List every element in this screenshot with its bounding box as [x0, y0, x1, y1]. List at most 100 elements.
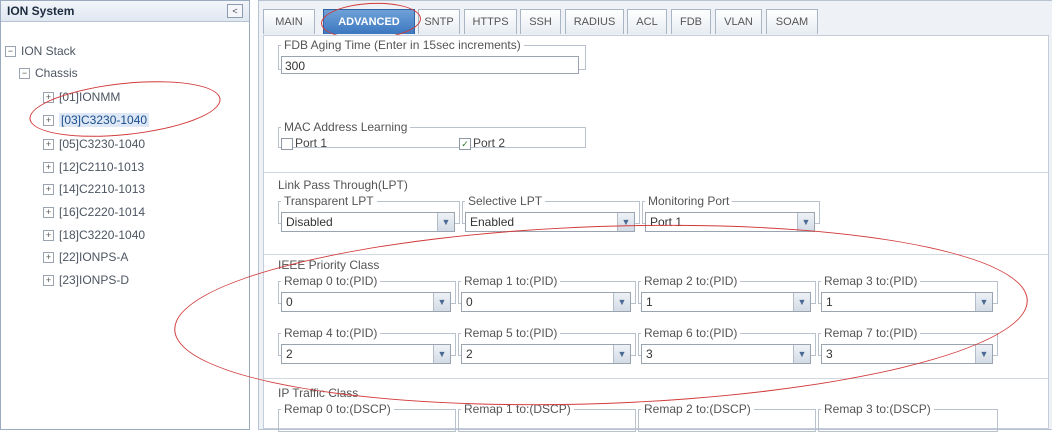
port1-label: Port 1	[295, 136, 328, 150]
select-value: 0	[286, 295, 293, 309]
tab-https[interactable]: HTTPS	[464, 9, 517, 34]
select-value: 3	[646, 347, 653, 361]
chevron-down-icon[interactable]: ▼	[793, 345, 810, 363]
remap-legend: Remap 7 to:(PID)	[824, 326, 918, 340]
separator	[264, 378, 1048, 379]
ip-remap-0-group: Remap 0 to:(DSCP)	[278, 402, 456, 432]
ip-traffic-section-label: IP Traffic Class	[278, 386, 359, 400]
remap-legend: Remap 2 to:(DSCP)	[644, 402, 751, 416]
expand-icon[interactable]: +	[43, 252, 54, 264]
remap-legend: Remap 1 to:(PID)	[464, 274, 558, 288]
tree-node-slot-23[interactable]: + [23]IONPS-D	[43, 271, 129, 289]
selective-lpt-select[interactable]: Enabled ▼	[465, 212, 635, 232]
port2-label: Port 2	[473, 136, 506, 150]
chevron-down-icon[interactable]: ▼	[617, 213, 634, 231]
tab-advanced[interactable]: ADVANCED	[323, 9, 415, 34]
monitoring-port-group: Monitoring Port Port 1 ▼	[642, 194, 820, 232]
ieee-remap-6-select[interactable]: 3 ▼	[641, 344, 811, 364]
tree-node-slot-22[interactable]: + [22]IONPS-A	[43, 248, 128, 266]
monitoring-port-select[interactable]: Port 1 ▼	[645, 212, 815, 232]
selective-lpt-legend: Selective LPT	[468, 194, 543, 208]
tree-node-slot-12[interactable]: + [12]C2110-1013	[43, 158, 144, 176]
lpt-section-label: Link Pass Through(LPT)	[278, 178, 408, 192]
ieee-remap-0-select[interactable]: 0 ▼	[281, 292, 451, 312]
tab-soam[interactable]: SOAM	[766, 9, 818, 34]
config-panel: MAIN ADVANCED SNTP HTTPS SSH RADIUS ACL …	[171, 0, 1052, 432]
collapse-panel-button[interactable]: <	[227, 4, 243, 18]
ieee-remap-2-select[interactable]: 1 ▼	[641, 292, 811, 312]
ieee-remap-5-select[interactable]: 2 ▼	[461, 344, 631, 364]
checkbox-checked-icon[interactable]: ✓	[459, 137, 471, 150]
tab-fdb[interactable]: FDB	[671, 9, 711, 34]
ieee-remap-3-select[interactable]: 1 ▼	[821, 292, 993, 312]
tab-sntp[interactable]: SNTP	[418, 9, 460, 34]
tree-node-slot-03[interactable]: + [03]C3230-1040	[43, 111, 150, 129]
tree-node-slot-14[interactable]: + [14]C2210-1013	[43, 180, 145, 198]
tree-node-label: Chassis	[35, 66, 78, 80]
tree-node-ion-stack[interactable]: − ION Stack	[5, 42, 76, 60]
ieee-section-label: IEEE Priority Class	[278, 258, 380, 272]
chevron-down-icon[interactable]: ▼	[613, 293, 630, 311]
expand-icon[interactable]: +	[43, 162, 54, 174]
ieee-remap-1-select[interactable]: 0 ▼	[461, 292, 631, 312]
chevron-down-icon[interactable]: ▼	[433, 345, 450, 363]
collapse-icon[interactable]: −	[5, 46, 16, 58]
tree-node-slot-01[interactable]: + [01]IONMM	[43, 88, 120, 106]
remap-legend: Remap 0 to:(PID)	[284, 274, 378, 288]
advanced-tab-content: FDB Aging Time (Enter in 15sec increment…	[171, 35, 1049, 432]
expand-icon[interactable]: +	[43, 92, 54, 104]
select-value: 1	[826, 295, 833, 309]
tree-node-label: [03]C3230-1040	[59, 113, 150, 127]
transparent-lpt-select[interactable]: Disabled ▼	[281, 212, 455, 232]
tree-node-slot-05[interactable]: + [05]C3230-1040	[43, 135, 145, 153]
tree-node-label: [05]C3230-1040	[59, 137, 146, 151]
chevron-down-icon[interactable]: ▼	[613, 345, 630, 363]
chevron-down-icon[interactable]: ▼	[975, 293, 992, 311]
expand-icon[interactable]: +	[43, 184, 54, 196]
tree-node-label: [14]C2210-1013	[59, 182, 146, 196]
tree-node-chassis[interactable]: − Chassis	[19, 64, 78, 82]
tree-node-label: [18]C3220-1040	[59, 228, 146, 242]
tab-vlan[interactable]: VLAN	[715, 9, 762, 34]
tab-acl[interactable]: ACL	[627, 9, 667, 34]
chevron-down-icon[interactable]: ▼	[437, 213, 454, 231]
select-value: Disabled	[286, 215, 333, 229]
tab-radius[interactable]: RADIUS	[565, 9, 624, 34]
chevron-down-icon[interactable]: ▼	[797, 213, 814, 231]
chevron-down-icon[interactable]: ▼	[975, 345, 992, 363]
tree-panel: ION System < − ION Stack − Chassis + [01]IO…	[0, 0, 250, 430]
select-value: Enabled	[470, 215, 515, 229]
tree-node-slot-16[interactable]: + [16]C2220-1014	[43, 203, 145, 221]
expand-icon[interactable]: +	[43, 275, 54, 287]
tree-node-label: [12]C2110-1013	[59, 160, 145, 174]
ieee-remap-7-select[interactable]: 3 ▼	[821, 344, 993, 364]
tree-node-label: ION Stack	[21, 44, 76, 58]
remap-legend: Remap 3 to:(DSCP)	[824, 402, 931, 416]
checkbox-icon[interactable]	[281, 137, 293, 150]
expand-icon[interactable]: +	[43, 115, 54, 127]
chevron-down-icon[interactable]: ▼	[793, 293, 810, 311]
ip-remap-2-group: Remap 2 to:(DSCP)	[638, 402, 816, 432]
ieee-remap-4-select[interactable]: 2 ▼	[281, 344, 451, 364]
select-value: 1	[646, 295, 653, 309]
ip-remap-1-group: Remap 1 to:(DSCP)	[458, 402, 636, 432]
expand-icon[interactable]: +	[43, 139, 54, 151]
transparent-lpt-legend: Transparent LPT	[284, 194, 374, 208]
collapse-icon[interactable]: −	[19, 68, 30, 80]
tree-node-slot-18[interactable]: + [18]C3220-1040	[43, 226, 145, 244]
chevron-down-icon[interactable]: ▼	[433, 293, 450, 311]
port2-learning-checkbox[interactable]: ✓ Port 2	[459, 136, 505, 150]
tab-main[interactable]: MAIN	[263, 9, 315, 34]
port1-learning-checkbox[interactable]: Port 1	[281, 136, 327, 150]
tab-ssh[interactable]: SSH	[520, 9, 561, 34]
remap-legend: Remap 0 to:(DSCP)	[284, 402, 391, 416]
expand-icon[interactable]: +	[43, 207, 54, 219]
remap-legend: Remap 3 to:(PID)	[824, 274, 918, 288]
tree-panel-header: ION System <	[1, 1, 249, 22]
separator	[264, 254, 1048, 255]
select-value: 0	[466, 295, 473, 309]
fdb-aging-input[interactable]: 300	[281, 56, 579, 74]
select-value: 2	[286, 347, 293, 361]
expand-icon[interactable]: +	[43, 230, 54, 242]
tree-node-label: [16]C2220-1014	[59, 205, 146, 219]
